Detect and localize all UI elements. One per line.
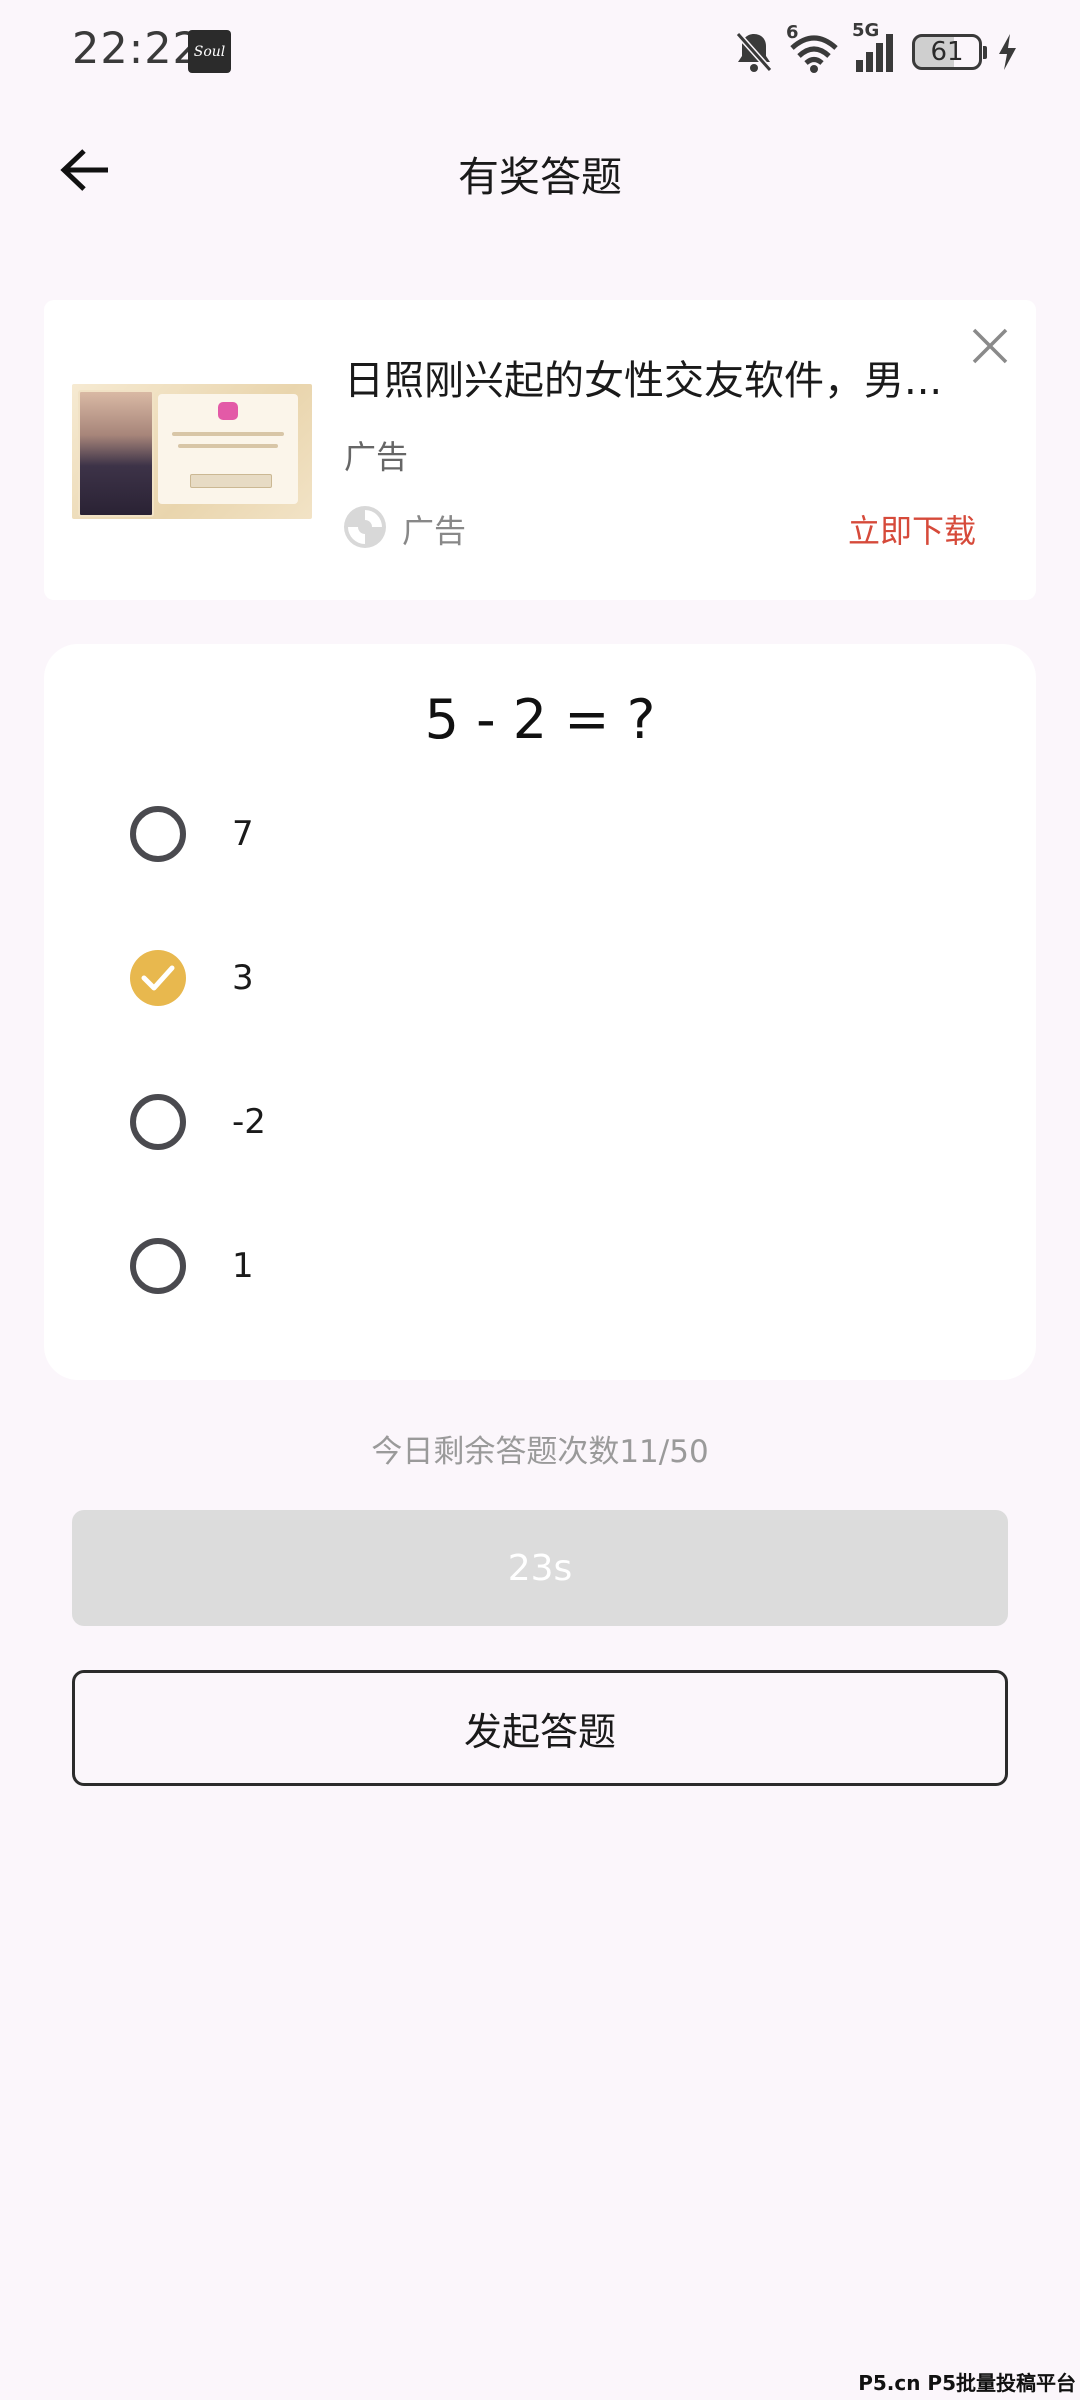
radio-checked-icon[interactable] (130, 950, 186, 1006)
bell-muted-icon (734, 30, 774, 74)
ad-card[interactable]: 日照刚兴起的女性交友软件，男... 广告 广告 立即下载 (44, 300, 1036, 600)
close-icon[interactable] (970, 326, 1010, 366)
charging-bolt-icon (996, 32, 1018, 72)
status-bar: 22:22 Soul 6 5G 61 (0, 0, 1080, 104)
battery-icon: 61 (912, 34, 987, 70)
option-row[interactable]: -2 (130, 1082, 930, 1162)
ad-thumbnail[interactable] (72, 384, 312, 519)
status-time: 22:22 (72, 24, 201, 74)
countdown-timer-button: 23s (72, 1510, 1008, 1626)
watermark: P5.cn P5批量投稿平台 (858, 2371, 1076, 2395)
ad-text-line (178, 444, 278, 448)
start-quiz-button[interactable]: 发起答题 (72, 1670, 1008, 1786)
option-label: 3 (232, 958, 254, 998)
option-label: -2 (232, 1102, 266, 1142)
ad-mini-button (190, 474, 272, 488)
option-row[interactable]: 1 (130, 1226, 930, 1306)
option-row[interactable]: 7 (130, 794, 930, 874)
ad-subtitle: 广告 (344, 438, 409, 476)
radio-unchecked-icon[interactable] (130, 806, 186, 862)
status-icons: 6 5G 61 (734, 20, 1018, 78)
cellular-signal-icon: 5G (852, 20, 898, 74)
wifi-icon: 6 (786, 22, 840, 74)
wifi-badge: 6 (786, 22, 799, 43)
ad-text-line (172, 432, 284, 436)
option-row[interactable]: 3 (130, 938, 930, 1018)
radio-unchecked-icon[interactable] (130, 1094, 186, 1150)
ad-source-label: 广告 (402, 512, 467, 550)
network-type: 5G (852, 20, 880, 41)
heart-icon (218, 402, 238, 420)
download-now-button[interactable]: 立即下载 (848, 506, 976, 552)
question-text: 5 - 2 = ? (424, 688, 656, 751)
option-label: 7 (232, 814, 254, 854)
ad-network-logo-icon (342, 504, 388, 550)
option-label: 1 (232, 1246, 254, 1286)
page-title: 有奖答题 (458, 153, 622, 201)
ad-photo (78, 390, 154, 517)
question-card: 5 - 2 = ? 7 3 -2 1 (44, 644, 1036, 1380)
ad-title[interactable]: 日照刚兴起的女性交友软件，男... (344, 348, 984, 406)
soul-app-icon: Soul (188, 30, 231, 73)
radio-unchecked-icon[interactable] (130, 1238, 186, 1294)
remaining-attempts-text: 今日剩余答题次数11/50 (371, 1434, 709, 1470)
